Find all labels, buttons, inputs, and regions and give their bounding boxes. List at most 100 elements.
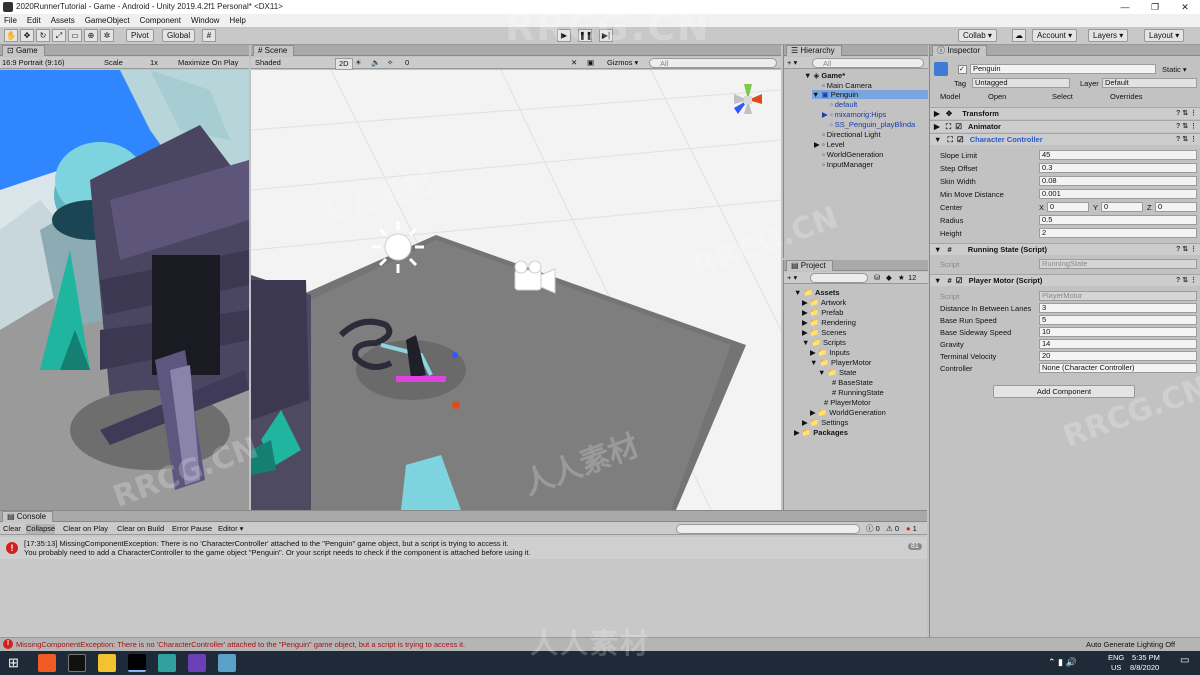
hierarchy-item[interactable]: ▫ default <box>830 100 857 109</box>
error-pause-toggle[interactable]: Error Pause <box>172 524 212 534</box>
brave-browser-icon[interactable] <box>38 654 56 672</box>
unity-hub-icon[interactable] <box>158 654 176 672</box>
tab-project[interactable]: ▤ Project <box>786 260 833 271</box>
file-explorer-icon[interactable] <box>98 654 116 672</box>
project-item[interactable]: # BaseState <box>832 378 873 387</box>
log-count-toggle[interactable]: ⓘ 0 <box>866 524 880 534</box>
motor-field-input[interactable]: 10 <box>1039 327 1197 337</box>
scale-tool-icon[interactable]: ⤢ <box>52 29 66 42</box>
project-item[interactable]: # PlayerMotor <box>824 398 871 407</box>
terminal-icon[interactable] <box>68 654 86 672</box>
menu-file[interactable]: File <box>4 14 17 27</box>
grid-snap-icon[interactable]: # <box>202 29 216 42</box>
menu-assets[interactable]: Assets <box>51 14 75 27</box>
hierarchy-item[interactable]: ▫ Main Camera <box>822 81 872 90</box>
motor-field-input[interactable]: 5 <box>1039 315 1197 325</box>
hierarchy-search-input[interactable]: All <box>812 58 924 68</box>
animator-header[interactable]: ▶ ⛶ ☑ Animator ? ⇅ ⋮ <box>930 120 1200 132</box>
project-item[interactable]: ▶ 📁 WorldGeneration <box>810 408 886 417</box>
center-y-input[interactable]: 0 <box>1101 202 1143 212</box>
lighting-toggle-icon[interactable]: ☀ <box>355 58 362 68</box>
custom-tool-icon[interactable]: ✲ <box>100 29 114 42</box>
project-item[interactable]: ▶ 📁 Packages <box>794 428 848 437</box>
object-name-field[interactable]: Penguin <box>970 64 1156 74</box>
editor-dropdown[interactable]: Editor ▾ <box>218 524 243 534</box>
cloud-icon[interactable]: ☁ <box>1012 29 1026 42</box>
windows-start-icon[interactable]: ⊞ <box>8 656 22 670</box>
motor-field-input[interactable]: 3 <box>1039 303 1197 313</box>
status-message[interactable]: MissingComponentException: There is no '… <box>16 640 465 649</box>
audio-toggle-icon[interactable]: 🔈 <box>371 58 380 68</box>
layer-dropdown[interactable]: Default <box>1102 78 1197 88</box>
project-item[interactable]: ▼ 📁 State <box>818 368 856 377</box>
hidden-packages-count[interactable]: 12 <box>908 273 916 283</box>
tools-icon[interactable]: ✕ <box>571 58 577 68</box>
project-create-dropdown[interactable]: + ▾ <box>787 273 797 283</box>
cc-field-input[interactable]: 0.001 <box>1039 189 1197 199</box>
project-item[interactable]: ▶ 📁 Rendering <box>802 318 856 327</box>
component-menu-icon[interactable]: ? ⇅ ⋮ <box>1176 108 1197 119</box>
menu-edit[interactable]: Edit <box>27 14 41 27</box>
project-item[interactable]: ▼ 📁 Scripts <box>802 338 846 347</box>
effects-toggle-icon[interactable]: ✧ <box>387 58 393 68</box>
favorite-icon[interactable]: ★ <box>898 273 905 283</box>
menu-component[interactable]: Component <box>140 14 181 27</box>
character-controller-checkbox[interactable]: ☑ <box>957 135 964 144</box>
notifications-icon[interactable]: ▭ <box>1180 655 1189 666</box>
project-item[interactable]: # RunningState <box>832 388 884 397</box>
hierarchy-item-selected[interactable]: ▼ ▣ Penguin <box>812 90 928 99</box>
animator-checkbox[interactable]: ☑ <box>955 122 962 131</box>
maximize-button[interactable]: ❐ <box>1140 0 1170 14</box>
game-viewport[interactable] <box>0 70 249 510</box>
select-model-button[interactable]: Select <box>1052 92 1073 101</box>
menu-help[interactable]: Help <box>229 14 245 27</box>
maximize-on-play-toggle[interactable]: Maximize On Play <box>178 58 238 68</box>
visual-studio-icon[interactable] <box>188 654 206 672</box>
step-button[interactable]: ▶| <box>599 29 613 42</box>
pause-button[interactable]: ❚❚ <box>578 29 592 42</box>
input-language[interactable]: ENG <box>1108 653 1124 662</box>
cc-field-input[interactable]: 0.3 <box>1039 163 1197 173</box>
clock-time[interactable]: 5:35 PM <box>1132 653 1160 662</box>
layers-dropdown[interactable]: Layers ▾ <box>1088 29 1129 42</box>
menu-gameobject[interactable]: GameObject <box>85 14 130 27</box>
camera-icon[interactable]: ▣ <box>587 58 594 68</box>
player-motor-header[interactable]: ▼ # ☑ Player Motor (Script) ? ⇅ ⋮ <box>930 274 1200 286</box>
component-menu-icon[interactable]: ? ⇅ ⋮ <box>1176 244 1197 255</box>
motor-field-input[interactable]: 14 <box>1039 339 1197 349</box>
clock-date[interactable]: 8/8/2020 <box>1130 663 1159 672</box>
open-model-button[interactable]: Open <box>988 92 1006 101</box>
transform-tool-icon[interactable]: ⊕ <box>84 29 98 42</box>
tab-inspector[interactable]: ⓘ Inspector <box>932 45 988 56</box>
controller-object-field[interactable]: None (Character Controller) <box>1039 363 1197 373</box>
scene-viewport[interactable] <box>251 70 781 510</box>
project-item[interactable]: ▼ 📁 Assets <box>794 288 840 297</box>
radius-input[interactable]: 0.5 <box>1039 215 1197 225</box>
play-button[interactable]: ▶ <box>557 29 571 42</box>
motor-field-input[interactable]: 20 <box>1039 351 1197 361</box>
move-tool-icon[interactable]: ✥ <box>20 29 34 42</box>
filter-label-icon[interactable]: ◆ <box>886 273 892 283</box>
close-button[interactable]: ✕ <box>1170 0 1200 14</box>
project-search-input[interactable] <box>810 273 868 283</box>
tray-icons[interactable]: ⌃ ▮ 🔊 <box>1048 657 1077 668</box>
account-dropdown[interactable]: Account ▾ <box>1032 29 1078 42</box>
project-item[interactable]: ▶ 📁 Inputs <box>810 348 850 357</box>
project-item[interactable]: ▼ 📁 PlayerMotor <box>810 358 871 367</box>
app-icon[interactable] <box>218 654 236 672</box>
console-search-input[interactable] <box>676 524 860 534</box>
2d-toggle[interactable]: 2D <box>335 58 353 70</box>
transform-header[interactable]: ▶ ✥ Transform ? ⇅ ⋮ <box>930 107 1200 119</box>
lighting-status[interactable]: Auto Generate Lighting Off <box>1086 640 1175 649</box>
player-motor-checkbox[interactable]: ☑ <box>956 276 963 285</box>
project-item[interactable]: ▶ 📁 Prefab <box>802 308 843 317</box>
hand-tool-icon[interactable]: ✋ <box>4 29 18 42</box>
menu-window[interactable]: Window <box>191 14 219 27</box>
project-item[interactable]: ▶ 📁 Scenes <box>802 328 846 337</box>
collapse-toggle[interactable]: Collapse <box>26 524 56 534</box>
input-region[interactable]: US <box>1111 663 1121 672</box>
clear-on-build-toggle[interactable]: Clear on Build <box>117 524 164 534</box>
hierarchy-item[interactable]: ▫ SS_Penguin_playBlinda <box>830 120 915 129</box>
error-count-toggle[interactable]: ● 1 <box>906 524 917 534</box>
cc-field-input[interactable]: 0.08 <box>1039 176 1197 186</box>
